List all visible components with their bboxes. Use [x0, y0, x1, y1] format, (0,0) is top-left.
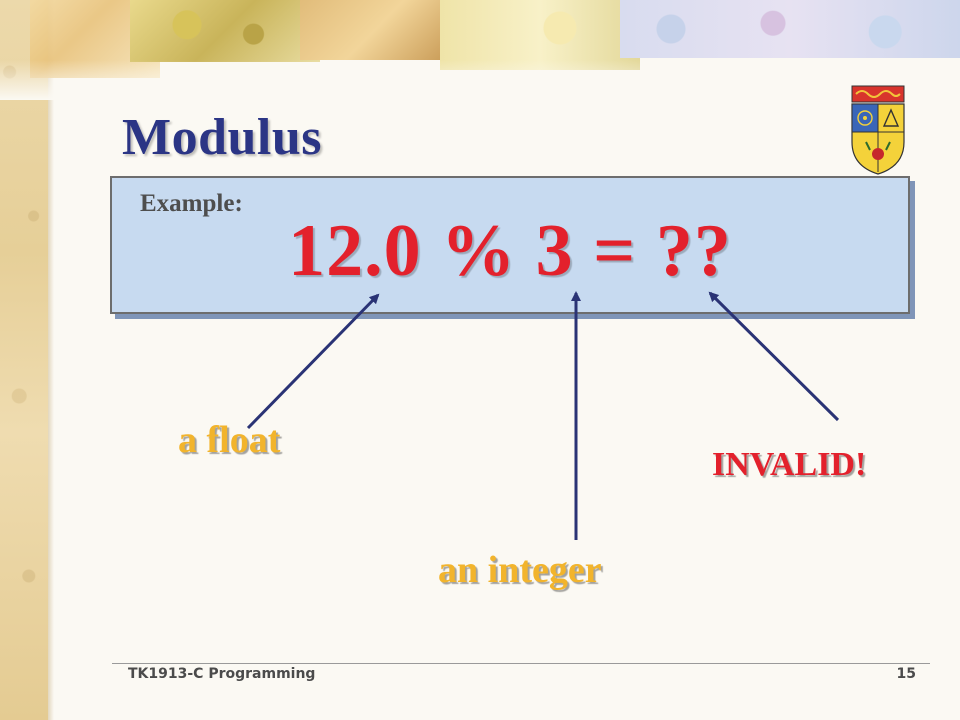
banner-fade — [0, 60, 960, 100]
footer-course-title: TK1913-C Programming — [128, 666, 316, 682]
arrow-to-float — [246, 293, 380, 430]
slide: Modulus Example: 12.0 % 3 = ?? a float a… — [0, 0, 960, 720]
footer-page-number: 15 — [896, 666, 916, 682]
banner-tile — [620, 0, 960, 58]
modulus-expression: 12.0 % 3 = ?? — [288, 210, 732, 292]
banner-tile — [130, 0, 320, 62]
banner-tile — [300, 0, 450, 60]
integer-annotation: an integer — [438, 549, 602, 591]
slide-title: Modulus — [122, 109, 323, 166]
float-annotation: a float — [178, 419, 281, 461]
parchment-edge — [48, 0, 54, 720]
invalid-annotation: INVALID! — [712, 446, 867, 483]
parchment-border — [0, 0, 48, 720]
footer-divider — [112, 663, 930, 664]
university-crest-icon — [851, 85, 905, 175]
